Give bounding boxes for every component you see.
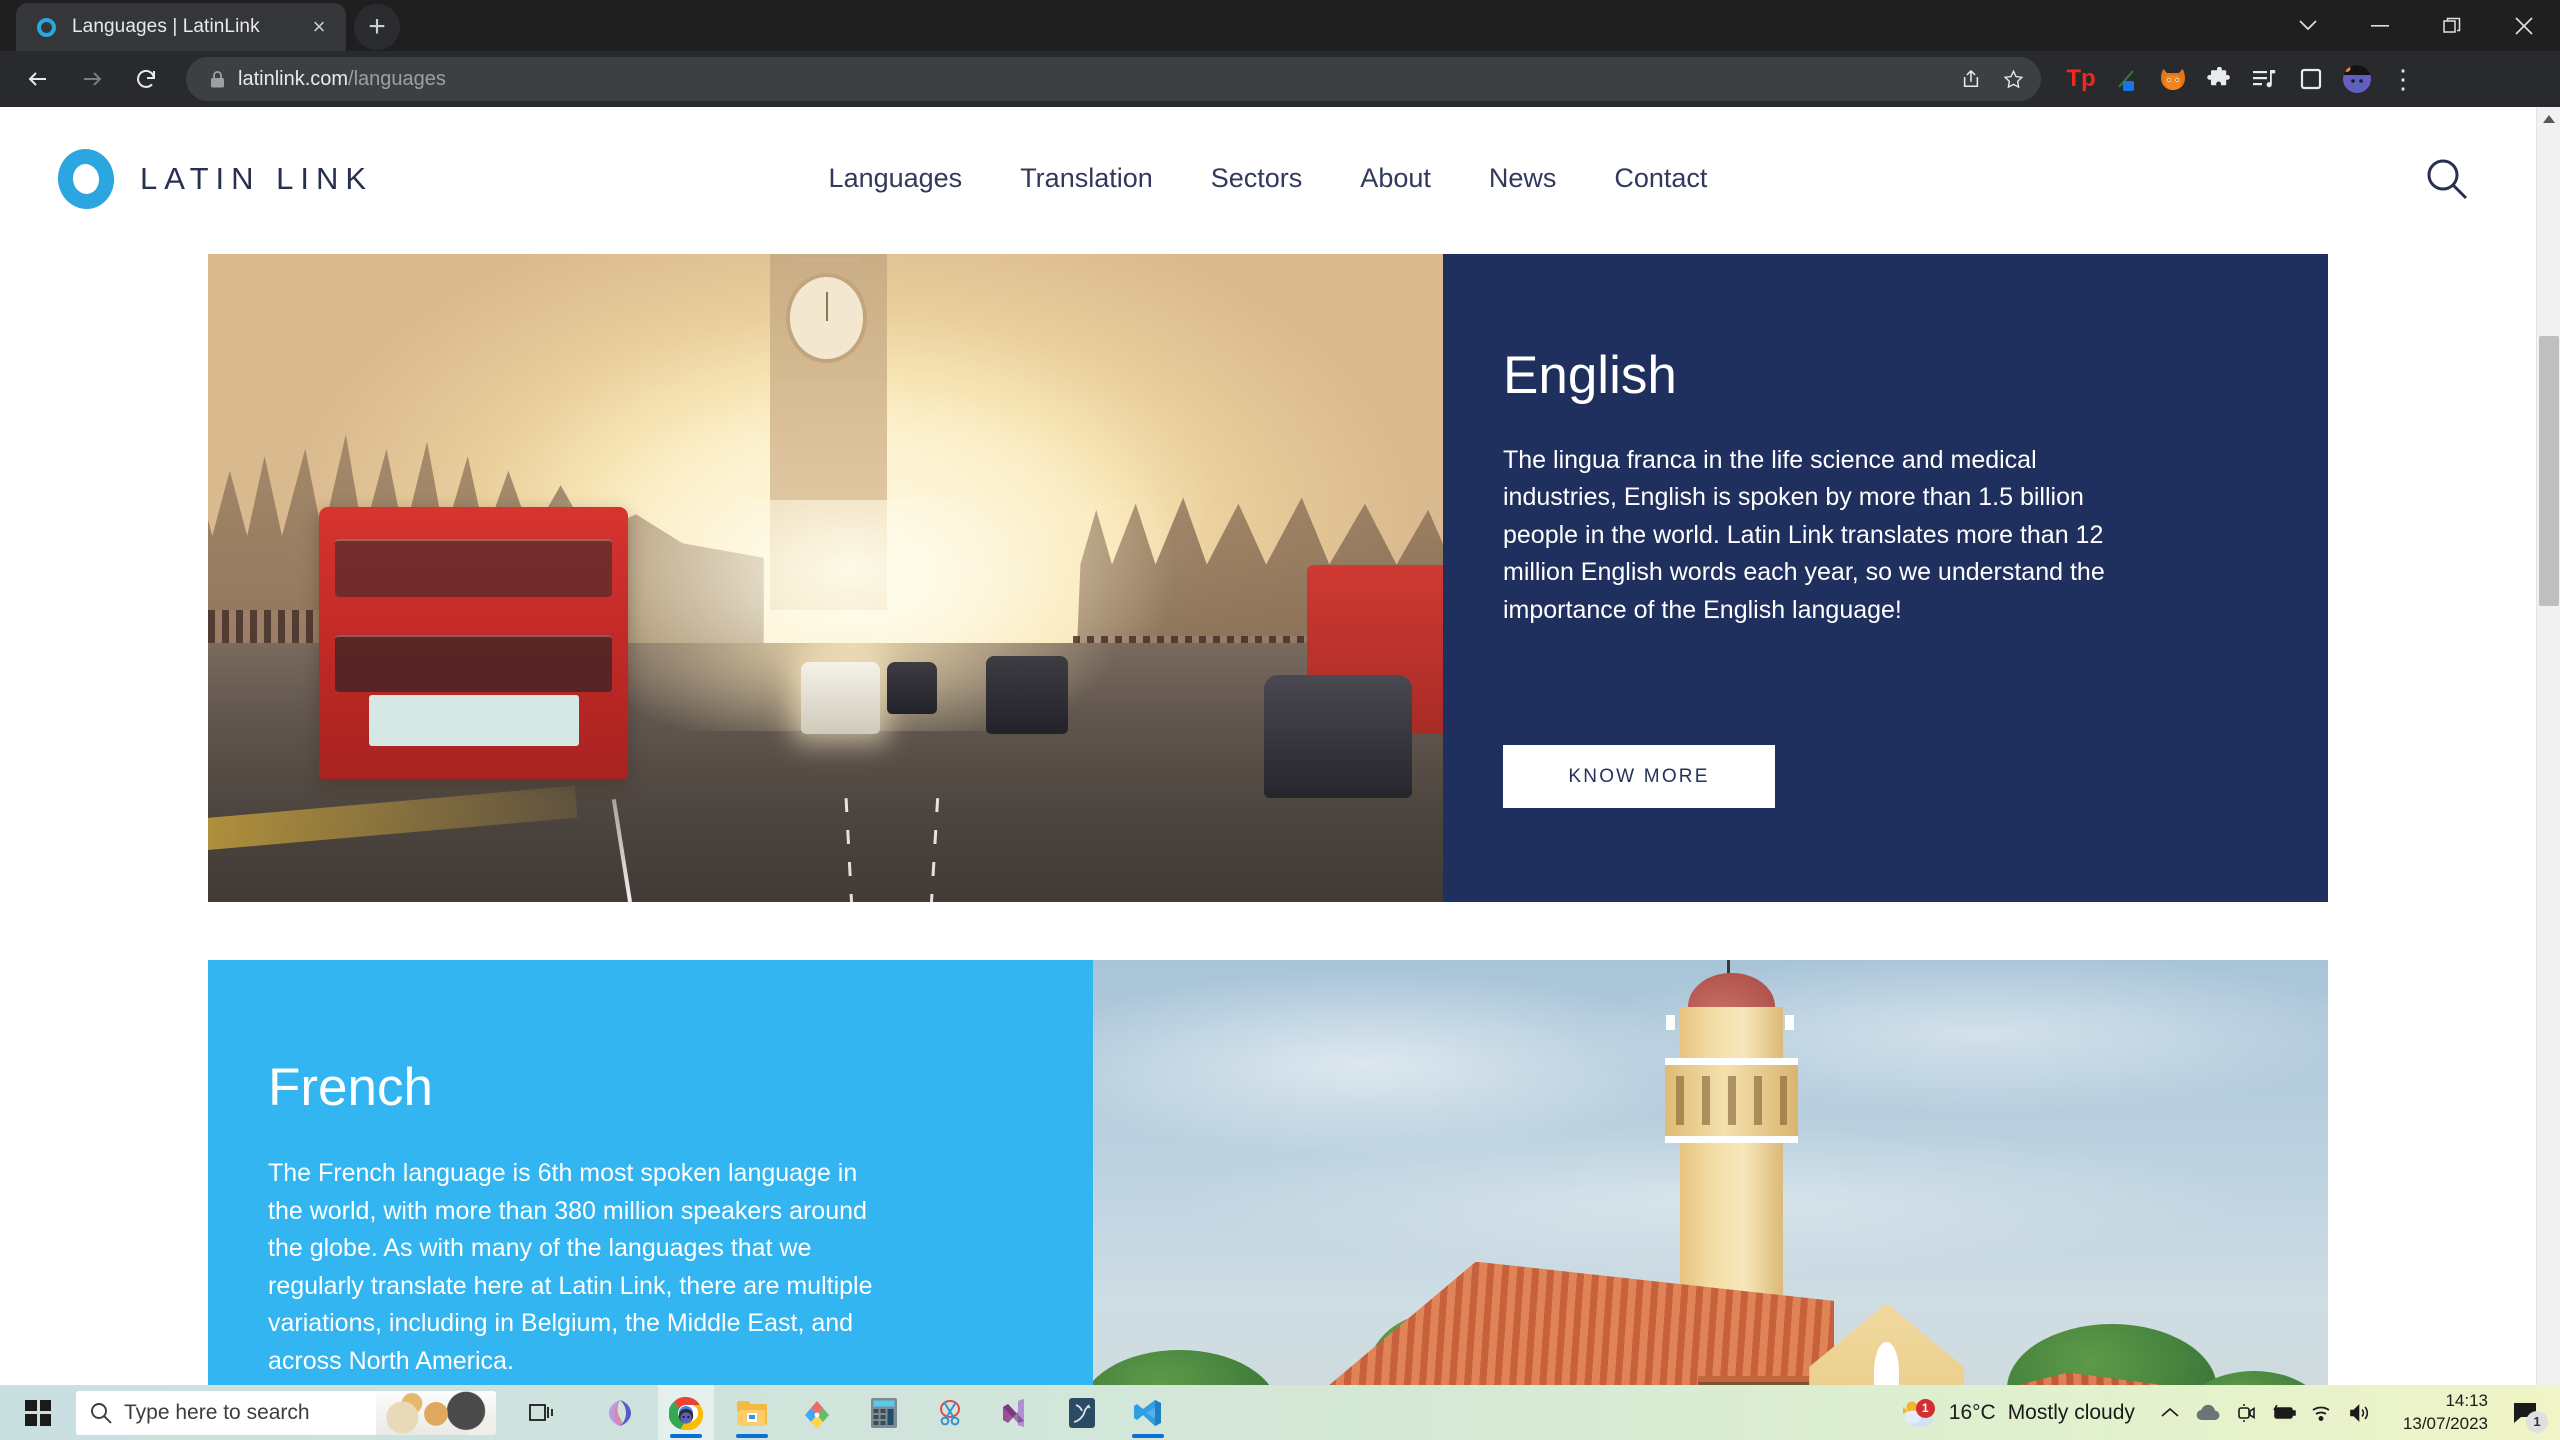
wifi-icon[interactable] — [2305, 1393, 2339, 1433]
weather-badge: 1 — [1916, 1399, 1935, 1418]
logo-text: LATIN LINK — [140, 161, 373, 197]
minimize-button[interactable] — [2344, 0, 2416, 51]
taskbar-search-input[interactable]: Type here to search — [76, 1391, 496, 1435]
french-panel: French The French language is 6th most s… — [208, 960, 1093, 1415]
windows-start-button[interactable] — [0, 1385, 76, 1440]
snipping-tool-icon[interactable] — [922, 1385, 978, 1440]
windows-logo-icon — [25, 1400, 51, 1426]
star-icon[interactable] — [1995, 61, 2031, 97]
tab-title: Languages | LatinLink — [72, 16, 304, 38]
french-title: French — [268, 1060, 1093, 1116]
address-bar[interactable]: latinlink.com/languages — [186, 57, 2041, 101]
english-description: The lingua franca in the life science an… — [1503, 442, 2113, 630]
extensions-puzzle-icon[interactable] — [2197, 57, 2241, 101]
close-window-button[interactable] — [2488, 0, 2560, 51]
english-title: English — [1503, 348, 2328, 404]
latinlink-ring-icon — [34, 15, 58, 39]
volume-icon[interactable] — [2343, 1393, 2377, 1433]
app-running-indicator — [670, 1434, 702, 1438]
windows-taskbar: Type here to search — [0, 1385, 2560, 1440]
tp-extension-icon[interactable]: Tp — [2059, 57, 2103, 101]
english-panel: English The lingua franca in the life sc… — [1443, 254, 2328, 902]
forward-arrow-icon[interactable] — [68, 55, 116, 103]
scrollbar-thumb[interactable] — [2539, 336, 2559, 606]
app-running-indicator — [736, 1434, 768, 1438]
browser-window: Languages | LatinLink × + — [0, 0, 2560, 1440]
visual-studio-icon[interactable] — [988, 1385, 1044, 1440]
maximize-button[interactable] — [2416, 0, 2488, 51]
nav-item-news[interactable]: News — [1489, 163, 1557, 194]
microsoft-office-icon[interactable] — [592, 1385, 648, 1440]
page-scrollbar[interactable] — [2536, 107, 2560, 1415]
nav-item-languages[interactable]: Languages — [829, 163, 963, 194]
blue-ring-logo-icon — [54, 145, 118, 212]
weather-cloud-sun-icon: 1 — [1901, 1397, 1937, 1429]
url-domain: latinlink.com — [238, 68, 348, 90]
notification-icon[interactable]: 1 — [2504, 1391, 2548, 1435]
tab-search-chevron-icon[interactable] — [2272, 0, 2344, 51]
battery-icon[interactable] — [2267, 1393, 2301, 1433]
window-controls — [2272, 0, 2560, 51]
share-icon[interactable] — [1953, 61, 1989, 97]
onedrive-cloud-icon[interactable] — [2191, 1393, 2225, 1433]
side-panel-icon[interactable] — [2289, 57, 2333, 101]
taskbar-app-list — [592, 1385, 1176, 1440]
weather-temperature: 16°C — [1949, 1401, 1996, 1425]
vs-code-icon[interactable] — [1120, 1385, 1176, 1440]
london-westminster-bridge-sunset-photo — [208, 254, 1443, 902]
file-explorer-icon[interactable] — [724, 1385, 780, 1440]
site-header: LATIN LINK Languages Translation Sectors… — [0, 107, 2536, 250]
nav-item-translation[interactable]: Translation — [1020, 163, 1153, 194]
language-block-french: French The French language is 6th most s… — [208, 960, 2328, 1415]
browser-tab[interactable]: Languages | LatinLink × — [16, 3, 346, 51]
back-arrow-icon[interactable] — [14, 55, 62, 103]
calculator-icon[interactable] — [856, 1385, 912, 1440]
pen-extension-icon[interactable] — [2105, 57, 2149, 101]
know-more-button[interactable]: KNOW MORE — [1503, 745, 1775, 808]
nav-item-sectors[interactable]: Sectors — [1211, 163, 1303, 194]
mysql-workbench-icon[interactable] — [1054, 1385, 1110, 1440]
metamask-extension-icon[interactable] — [2151, 57, 2195, 101]
app-running-indicator — [1132, 1434, 1164, 1438]
taskbar-clock[interactable]: 14:13 13/07/2023 — [2391, 1390, 2500, 1436]
google-chrome-icon[interactable] — [658, 1385, 714, 1440]
url-path: /languages — [348, 68, 446, 90]
web-page: LATIN LINK Languages Translation Sectors… — [0, 107, 2536, 1415]
microsoft-todo-icon[interactable] — [790, 1385, 846, 1440]
language-block-english: English The lingua franca in the life sc… — [208, 254, 2328, 902]
browser-toolbar: latinlink.com/languages Tp — [0, 51, 2560, 107]
search-highlight-image — [376, 1391, 496, 1435]
reading-list-icon[interactable] — [2243, 57, 2287, 101]
omnibox-actions — [1953, 61, 2031, 97]
profile-avatar[interactable] — [2335, 57, 2379, 101]
french-description: The French language is 6th most spoken l… — [268, 1155, 888, 1380]
scroll-up-arrow-icon[interactable] — [2537, 107, 2560, 131]
chrome-menu-icon[interactable]: ⋮ — [2381, 57, 2425, 101]
weather-condition: Mostly cloudy — [2008, 1401, 2135, 1425]
task-view-icon[interactable] — [514, 1385, 570, 1440]
tab-strip: Languages | LatinLink × + — [0, 0, 2560, 51]
search-icon[interactable] — [2420, 152, 2474, 206]
page-viewport: LATIN LINK Languages Translation Sectors… — [0, 107, 2560, 1415]
main-navigation: Languages Translation Sectors About News… — [829, 163, 1708, 194]
notification-badge: 1 — [2526, 1411, 2548, 1433]
site-information-lock-icon[interactable] — [202, 70, 232, 89]
clock-time: 14:13 — [2445, 1390, 2488, 1413]
reload-icon[interactable] — [122, 55, 170, 103]
address-bar-url: latinlink.com/languages — [238, 68, 446, 91]
system-tray: 1 16°C Mostly cloudy — [1887, 1390, 2560, 1436]
new-tab-button[interactable]: + — [354, 4, 400, 50]
colombian-colonial-church-tower-photo — [1093, 960, 2328, 1415]
extensions-tray: Tp — [2059, 57, 2425, 101]
webcam-icon[interactable] — [2229, 1393, 2263, 1433]
weather-widget[interactable]: 1 16°C Mostly cloudy — [1887, 1397, 2149, 1429]
search-icon — [90, 1402, 112, 1424]
taskbar-search-placeholder: Type here to search — [124, 1401, 310, 1425]
nav-item-contact[interactable]: Contact — [1614, 163, 1707, 194]
clock-date: 13/07/2023 — [2403, 1413, 2488, 1436]
nav-item-about[interactable]: About — [1360, 163, 1431, 194]
close-icon[interactable]: × — [304, 12, 334, 42]
site-logo[interactable]: LATIN LINK — [58, 149, 373, 209]
show-hidden-icons-chevron-icon[interactable] — [2153, 1393, 2187, 1433]
